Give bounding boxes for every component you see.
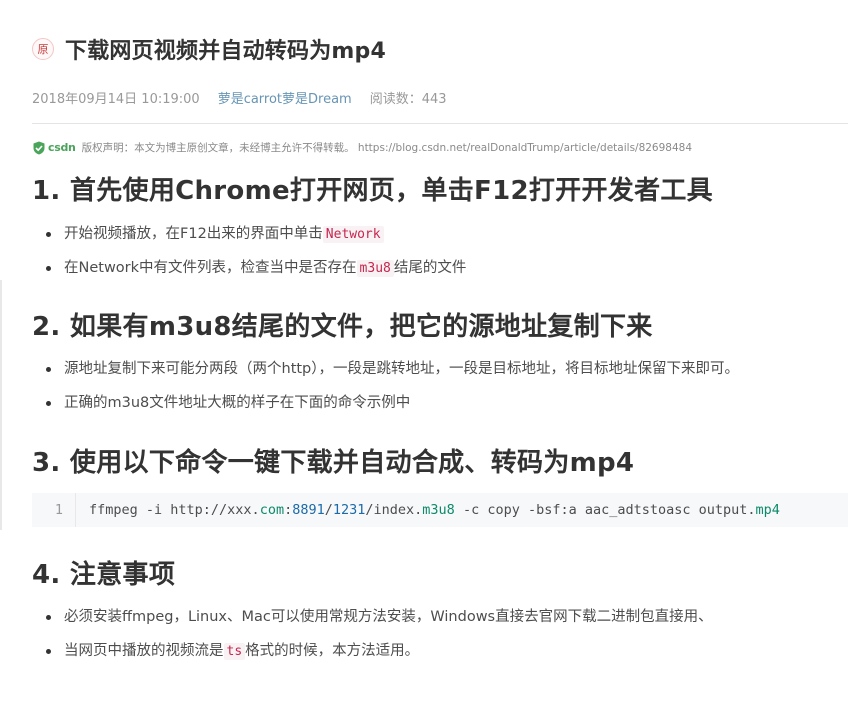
copyright-notice: csdn 版权声明：本文为博主原创文章，未经博主允许不得转载。 https://… bbox=[32, 140, 692, 155]
inline-code: ts bbox=[223, 643, 246, 660]
list-item-text: 在Network中有文件列表，检查当中是否存在 bbox=[64, 260, 357, 276]
section-4-list: 必须安装ffmpeg，Linux、Mac可以使用常规方法安装，Windows直接… bbox=[32, 605, 713, 673]
list-item: 正确的m3u8文件地址大概的样子在下面的命令示例中 bbox=[32, 391, 739, 425]
original-badge: 原 bbox=[32, 38, 54, 60]
code-block[interactable]: 1 ffmpeg -i http://xxx.com:8891/1231/ind… bbox=[32, 493, 848, 527]
read-count: 阅读数：443 bbox=[369, 92, 447, 107]
code-line-number: 1 bbox=[32, 493, 76, 527]
list-item: 在Network中有文件列表，检查当中是否存在 m3u8 结尾的文件 bbox=[32, 256, 466, 290]
inline-code: m3u8 bbox=[356, 260, 394, 277]
title-row: 原 下载网页视频并自动转码为mp4 bbox=[32, 34, 386, 64]
list-item: 源地址复制下来可能分两段（两个http），一段是跳转地址，一段是目标地址，将目标… bbox=[32, 357, 739, 391]
section-1-heading: 1. 首先使用Chrome打开网页，单击F12打开开发者工具 bbox=[32, 176, 713, 206]
list-item: 开始视频播放，在F12出来的界面中单击 Network bbox=[32, 222, 466, 256]
list-item-text: 源地址复制下来可能分两段（两个http），一段是跳转地址，一段是目标地址，将目标… bbox=[64, 361, 740, 377]
copyright-text: 版权声明：本文为博主原创文章，未经博主允许不得转载。 https://blog.… bbox=[81, 142, 693, 154]
section-2-heading: 2. 如果有m3u8结尾的文件，把它的源地址复制下来 bbox=[32, 312, 653, 342]
list-item-text: 当网页中播放的视频流是 bbox=[64, 643, 224, 659]
article-meta: 2018年09月14日 10:19:00 萝是carrot萝是Dream 阅读数… bbox=[32, 88, 447, 107]
list-item-text: 开始视频播放，在F12出来的界面中单击 bbox=[64, 226, 323, 242]
csdn-shield-icon bbox=[33, 141, 45, 154]
section-2-list: 源地址复制下来可能分两段（两个http），一段是跳转地址，一段是目标地址，将目标… bbox=[32, 357, 739, 425]
list-item-text: 格式的时候，本方法适用。 bbox=[245, 643, 420, 659]
code-line[interactable]: ffmpeg -i http://xxx.com:8891/1231/index… bbox=[76, 502, 780, 518]
section-1-list: 开始视频播放，在F12出来的界面中单击 Network 在Network中有文件列… bbox=[32, 222, 466, 290]
publish-date: 2018年09月14日 10:19:00 bbox=[32, 92, 200, 107]
list-item: 当网页中播放的视频流是 ts 格式的时候，本方法适用。 bbox=[32, 639, 713, 673]
section-4-heading: 4. 注意事项 bbox=[32, 560, 176, 590]
list-item-text: 结尾的文件 bbox=[393, 260, 467, 276]
author-link[interactable]: 萝是carrot萝是Dream bbox=[218, 88, 352, 107]
article-title: 下载网页视频并自动转码为mp4 bbox=[65, 39, 386, 64]
list-item: 必须安装ffmpeg，Linux、Mac可以使用常规方法安装，Windows直接… bbox=[32, 605, 713, 639]
list-item-text: 必须安装ffmpeg，Linux、Mac可以使用常规方法安装，Windows直接… bbox=[64, 609, 713, 625]
left-border-rule bbox=[0, 280, 2, 530]
csdn-logo-text: csdn bbox=[48, 141, 76, 154]
inline-code: Network bbox=[322, 226, 384, 243]
csdn-logo: csdn bbox=[32, 141, 76, 155]
list-item-text: 正确的m3u8文件地址大概的样子在下面的命令示例中 bbox=[64, 395, 411, 411]
header-divider bbox=[32, 123, 848, 124]
section-3-heading: 3. 使用以下命令一键下载并自动合成、转码为mp4 bbox=[32, 448, 635, 478]
